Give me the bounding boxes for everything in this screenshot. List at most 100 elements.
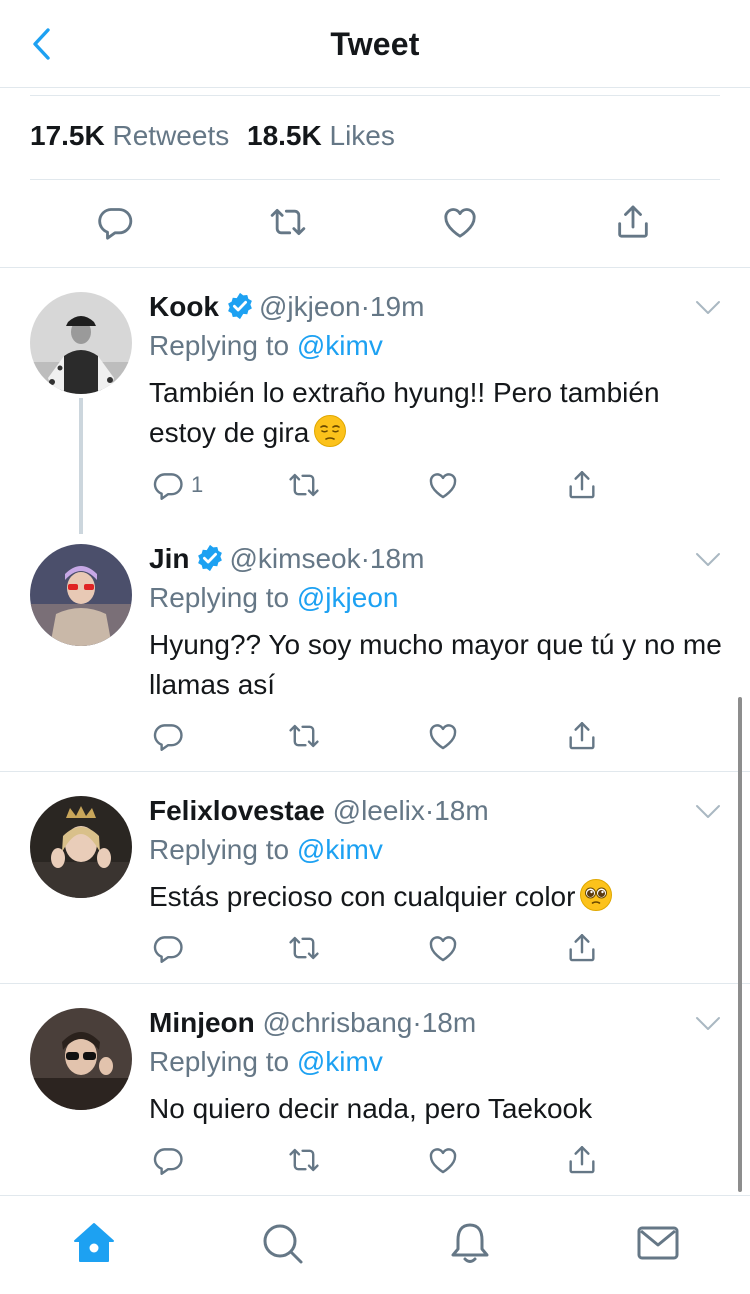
retweets-label: Retweets: [112, 120, 230, 151]
tweet-stats: 17.5K Retweets 18.5K Likes: [30, 120, 405, 152]
reply-tweet[interactable]: Felixlovestae @leelix·18m Replying to @k…: [0, 772, 750, 984]
tab-messages[interactable]: [635, 1220, 683, 1268]
share-button[interactable]: [565, 719, 599, 759]
like-button[interactable]: [426, 468, 460, 508]
chevron-down-icon: [694, 298, 722, 318]
tweet-text: También lo extraño hyung!! Pero también …: [149, 373, 724, 453]
retweet-icon: [268, 202, 308, 242]
tab-notifications[interactable]: [447, 1220, 495, 1268]
share-button[interactable]: [565, 931, 599, 971]
more-options-button[interactable]: [694, 550, 722, 570]
tweet-text-content: Estás precioso con cualquier color: [149, 881, 576, 912]
reply-header: Minjeon @chrisbang·18m: [149, 1006, 476, 1040]
tweet-text: Hyung?? Yo soy mucho mayor que tú y no m…: [149, 629, 722, 700]
reply-tweet[interactable]: Kook @jkjeon·19m Replying to @kimv Tambié…: [0, 268, 750, 520]
user-handle[interactable]: @kimseok: [229, 543, 360, 574]
heart-icon: [426, 468, 460, 502]
user-handle[interactable]: @chrisbang: [263, 1007, 413, 1038]
display-name[interactable]: Minjeon: [149, 1007, 255, 1038]
replying-label: Replying to: [149, 582, 290, 613]
reply-button[interactable]: [151, 931, 185, 971]
page-title: Tweet: [330, 26, 420, 62]
avatar[interactable]: [30, 796, 132, 898]
like-button[interactable]: [440, 202, 484, 246]
tab-home[interactable]: [71, 1220, 119, 1268]
like-button[interactable]: [426, 931, 460, 971]
timestamp: 18m: [369, 543, 425, 574]
reply-header: Jin @kimseok·18m: [149, 542, 424, 576]
more-options-button[interactable]: [694, 298, 722, 318]
retweets-count: 17.5K: [30, 120, 105, 151]
replying-label: Replying to: [149, 834, 290, 865]
retweet-button[interactable]: [287, 931, 321, 971]
likes-label: Likes: [329, 120, 395, 151]
mention-link[interactable]: @kimv: [297, 330, 383, 361]
user-handle[interactable]: @jkjeon: [259, 291, 361, 322]
display-name[interactable]: Felixlovestae: [149, 795, 325, 826]
separator-dot: ·: [424, 795, 435, 826]
heart-icon: [426, 1143, 460, 1177]
reply-icon: [95, 202, 135, 242]
heart-icon: [426, 719, 460, 753]
reply-button[interactable]: [151, 719, 185, 759]
reply-count: 1: [191, 472, 204, 497]
home-icon: [74, 1223, 114, 1262]
retweet-icon: [287, 1143, 321, 1177]
heart-icon: [426, 931, 460, 965]
notifications-icon: [451, 1223, 489, 1263]
reply-button[interactable]: [151, 1143, 185, 1183]
search-icon: [263, 1224, 303, 1264]
likes-stat[interactable]: 18.5K Likes: [247, 120, 405, 151]
share-button[interactable]: [565, 468, 599, 508]
retweet-icon: [287, 719, 321, 753]
display-name[interactable]: Kook: [149, 291, 219, 322]
share-icon: [613, 202, 653, 242]
share-icon: [565, 719, 599, 753]
bottom-tab-bar: [0, 1195, 750, 1294]
retweet-button[interactable]: [287, 1143, 321, 1183]
chevron-down-icon: [694, 550, 722, 570]
tweet-text-content: También lo extraño hyung!! Pero también …: [149, 377, 660, 448]
mention-link[interactable]: @kimv: [297, 834, 383, 865]
messages-icon: [637, 1226, 679, 1260]
replying-label: Replying to: [149, 330, 290, 361]
avatar[interactable]: [30, 544, 132, 646]
reply-button[interactable]: [95, 202, 139, 246]
avatar-image: [30, 292, 132, 394]
share-button[interactable]: [613, 202, 657, 246]
replying-to: Replying to @kimv: [149, 1045, 383, 1079]
pensive-face-emoji-icon: [313, 414, 347, 448]
reply-header: Felixlovestae @leelix·18m: [149, 794, 489, 828]
like-button[interactable]: [426, 1143, 460, 1183]
user-handle[interactable]: @leelix: [333, 795, 425, 826]
retweets-stat[interactable]: 17.5K Retweets: [30, 120, 239, 151]
thread-line: [79, 520, 83, 534]
share-button[interactable]: [565, 1143, 599, 1183]
reply-button[interactable]: 1: [151, 468, 203, 508]
retweet-button[interactable]: [287, 468, 321, 508]
reply-tweet[interactable]: Jin @kimseok·18m Replying to @jkjeon Hyun…: [0, 520, 750, 772]
avatar[interactable]: [30, 1008, 132, 1110]
reply-icon: [151, 931, 185, 965]
tab-search[interactable]: [259, 1220, 307, 1268]
mention-link[interactable]: @kimv: [297, 1046, 383, 1077]
retweet-button[interactable]: [287, 719, 321, 759]
retweet-icon: [287, 931, 321, 965]
scrollbar[interactable]: [738, 697, 742, 1192]
divider: [30, 95, 720, 96]
replying-to: Replying to @kimv: [149, 833, 383, 867]
timestamp: 18m: [434, 795, 489, 826]
more-options-button[interactable]: [694, 802, 722, 822]
like-button[interactable]: [426, 719, 460, 759]
retweet-button[interactable]: [268, 202, 312, 246]
mention-link[interactable]: @jkjeon: [297, 582, 399, 613]
reply-tweet[interactable]: Minjeon @chrisbang·18m Replying to @kimv…: [0, 984, 750, 1195]
reply-icon: [151, 719, 185, 753]
more-options-button[interactable]: [694, 1014, 722, 1034]
avatar-image: [30, 796, 132, 898]
avatar[interactable]: [30, 292, 132, 394]
likes-count: 18.5K: [247, 120, 322, 151]
verified-badge-icon: [195, 543, 225, 573]
display-name[interactable]: Jin: [149, 543, 189, 574]
tweet-text: No quiero decir nada, pero Taekook: [149, 1093, 593, 1124]
